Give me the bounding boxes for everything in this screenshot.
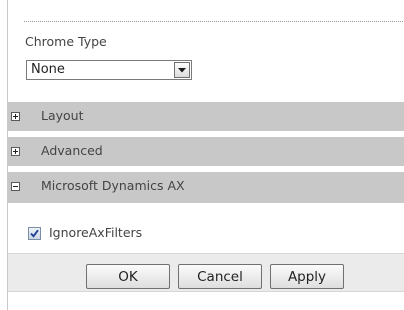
chrome-type-select[interactable]: None <box>26 60 192 80</box>
web-part-editor-panel: Chrome Type None Layout Advanced Microso… <box>7 0 404 310</box>
dialog-button-bar: OK Cancel Apply <box>8 253 404 292</box>
section-advanced[interactable]: Advanced <box>8 136 404 166</box>
section-label-layout[interactable]: Layout <box>41 108 84 123</box>
plus-icon[interactable] <box>11 112 20 121</box>
section-layout[interactable]: Layout <box>8 101 404 131</box>
ignore-ax-filters-checkbox[interactable] <box>28 227 41 240</box>
checkmark-icon <box>30 229 39 238</box>
ok-button[interactable]: OK <box>86 264 170 289</box>
section-microsoft-dynamics-ax[interactable]: Microsoft Dynamics AX <box>8 171 404 203</box>
dotted-separator <box>24 21 404 22</box>
ignore-ax-filters-label[interactable]: IgnoreAxFilters <box>49 225 142 240</box>
minus-icon[interactable] <box>11 182 20 191</box>
section-label-advanced[interactable]: Advanced <box>41 143 103 158</box>
plus-icon[interactable] <box>11 147 20 156</box>
chrome-type-value: None <box>31 62 65 77</box>
chrome-type-label: Chrome Type <box>25 34 107 49</box>
plus-icon-vertical <box>15 114 16 119</box>
ignore-ax-filters-row: IgnoreAxFilters <box>8 203 404 253</box>
cancel-button[interactable]: Cancel <box>178 264 262 289</box>
chevron-down-icon <box>178 68 186 73</box>
minus-icon-horizontal <box>13 186 18 187</box>
chrome-type-dropdown-button[interactable] <box>174 62 190 78</box>
plus-icon-vertical <box>15 149 16 154</box>
apply-button[interactable]: Apply <box>270 264 344 289</box>
section-label-microsoft-dynamics-ax[interactable]: Microsoft Dynamics AX <box>41 178 185 193</box>
